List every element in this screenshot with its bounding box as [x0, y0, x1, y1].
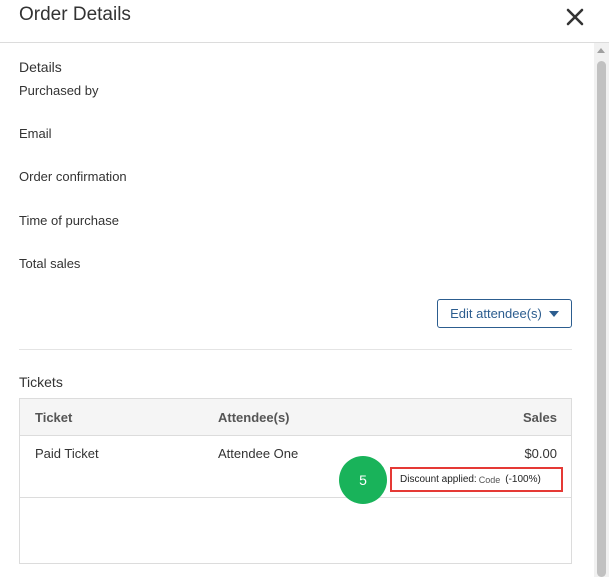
column-attendees: Attendee(s)	[218, 410, 290, 425]
discount-label: Discount applied:	[400, 474, 477, 485]
scrollbar[interactable]	[594, 43, 609, 577]
table-row: Paid Ticket Attendee One $0.00 5 Discoun…	[20, 436, 571, 504]
tickets-table: Ticket Attendee(s) Sales Paid Ticket Att…	[19, 398, 572, 564]
edit-attendees-label: Edit attendee(s)	[450, 306, 542, 321]
discount-code: Code	[478, 474, 501, 485]
total-sales-label: Total sales	[19, 256, 81, 271]
modal-header: Order Details	[0, 0, 609, 43]
attendee-name: Attendee One	[218, 446, 299, 461]
edit-attendees-button[interactable]: Edit attendee(s)	[437, 299, 572, 328]
order-details-modal: Order Details Details Purchased by Email…	[0, 0, 609, 577]
purchased-by-label: Purchased by	[19, 83, 99, 98]
discount-applied-highlight: Discount applied: Code (-100%)	[390, 467, 563, 492]
discount-percent: (-100%)	[505, 474, 541, 485]
details-heading: Details	[19, 59, 62, 75]
ticket-name: Paid Ticket	[35, 446, 99, 461]
tickets-heading: Tickets	[19, 374, 63, 390]
sales-amount: $0.00	[524, 446, 557, 461]
section-divider	[19, 349, 572, 350]
table-header: Ticket Attendee(s) Sales	[20, 399, 571, 436]
modal-title: Order Details	[19, 4, 131, 25]
step-badge: 5	[339, 456, 387, 504]
time-of-purchase-label: Time of purchase	[19, 213, 119, 228]
column-sales: Sales	[523, 410, 557, 425]
caret-down-icon	[548, 310, 559, 317]
scroll-thumb[interactable]	[597, 61, 606, 577]
column-ticket: Ticket	[35, 410, 73, 425]
order-confirmation-label: Order confirmation	[19, 169, 127, 184]
close-icon[interactable]	[565, 7, 585, 27]
email-label: Email	[19, 126, 52, 141]
scroll-up-icon[interactable]	[597, 48, 605, 53]
modal-body: Details Purchased by Email Order confirm…	[0, 43, 594, 577]
